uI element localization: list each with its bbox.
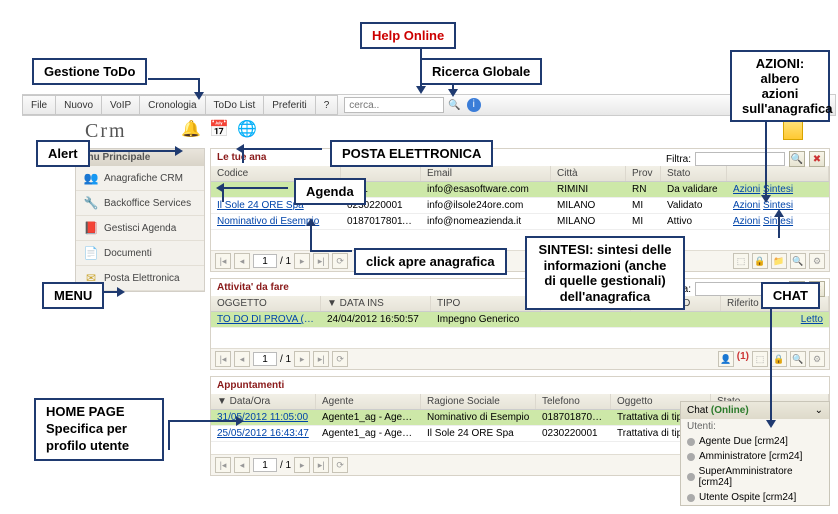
chat-user[interactable]: Utente Ospite [crm24] <box>681 490 829 505</box>
panel-title-app: Appuntamenti <box>211 377 829 394</box>
annot-sintesi: SINTESI: sintesi delle informazioni (anc… <box>525 236 685 310</box>
clear-btn[interactable]: ✖ <box>809 151 825 167</box>
app-logo: Crm <box>85 120 127 143</box>
sticky-note-icon[interactable] <box>783 120 803 140</box>
refresh[interactable]: ⟳ <box>332 253 348 269</box>
alert-icon[interactable]: 🔔 <box>180 118 202 140</box>
sidebar: enu Principale 👥Anagrafiche CRM 🔧Backoff… <box>75 148 205 292</box>
annot-posta: POSTA ELETTRONICA <box>330 140 493 167</box>
annot-alert: Alert <box>36 140 90 167</box>
annot-agenda: Agenda <box>294 178 366 205</box>
nuovo-menu[interactable]: Nuovo <box>55 95 102 115</box>
group-icon: 👥 <box>84 171 98 185</box>
mail-icon[interactable]: 🌐 <box>236 118 258 140</box>
panel-attivita: Attivita' da fare Filtra:🔍✖ OGGETTO ▼ DA… <box>210 278 830 370</box>
voip-menu[interactable]: VoIP <box>101 95 140 115</box>
sidebar-item-documenti[interactable]: 📄Documenti <box>76 241 204 266</box>
annot-chat: CHAT <box>761 282 820 309</box>
annot-menu: MENU <box>42 282 104 309</box>
wrench-icon: 🔧 <box>84 196 98 210</box>
table-row: Nominativo di Esempio 0187017801187 info… <box>211 214 829 230</box>
annot-todo: Gestione ToDo <box>32 58 147 85</box>
agenda-icon[interactable]: 📅 <box>208 118 230 140</box>
first-page[interactable]: |◂ <box>215 253 231 269</box>
annot-ricerca: Ricerca Globale <box>420 58 542 85</box>
chat-panel: Chat (Online)⌄ Utenti: Agente Due [crm24… <box>680 401 830 506</box>
sidebar-item-anagrafiche[interactable]: 👥Anagrafiche CRM <box>76 166 204 191</box>
chat-user[interactable]: Agente Due [crm24] <box>681 434 829 449</box>
todolist-menu[interactable]: ToDo List <box>205 95 265 115</box>
notif-count: (1) <box>737 351 749 367</box>
annot-azioni: AZIONI: albero azioni sull'anagrafica <box>730 50 830 122</box>
global-search-input[interactable] <box>344 97 444 113</box>
prev-page[interactable]: ◂ <box>234 253 250 269</box>
doc-icon: 📄 <box>84 246 98 260</box>
last-page[interactable]: ▸| <box>313 253 329 269</box>
table-row: TO DO DI PROVA (Ricc 24/04/2012 16:50:57… <box>211 312 829 328</box>
sidebar-item-agenda[interactable]: 📕Gestisci Agenda <box>76 216 204 241</box>
help-button[interactable]: ? <box>315 95 339 115</box>
preferiti-menu[interactable]: Preferiti <box>263 95 315 115</box>
azioni-link[interactable]: Azioni <box>733 184 760 195</box>
annot-clickapre: click apre anagrafica <box>354 248 507 275</box>
filter-anag-input[interactable] <box>695 152 785 166</box>
annot-help: Help Online <box>360 22 456 49</box>
file-menu[interactable]: File <box>22 95 56 115</box>
search-btn[interactable]: 🔍 <box>789 151 805 167</box>
panel-anagrafiche: Le tue ana Filtra:🔍✖ Codice Email Città … <box>210 148 830 272</box>
book-icon: 📕 <box>84 221 98 235</box>
page-input[interactable] <box>253 254 277 268</box>
main-toolbar: File Nuovo VoIP Cronologia ToDo List Pre… <box>22 94 836 116</box>
info-icon[interactable]: i <box>467 98 481 112</box>
sidebar-item-backoffice[interactable]: 🔧Backoffice Services <box>76 191 204 216</box>
chat-user[interactable]: Amministratore [crm24] <box>681 449 829 464</box>
chat-user[interactable]: SuperAmministratore [crm24] <box>681 464 829 490</box>
search-icon[interactable]: 🔍 <box>448 100 460 111</box>
collapse-icon[interactable]: ⌄ <box>815 405 823 416</box>
sintesi-link[interactable]: Sintesi <box>763 184 793 195</box>
annot-homepage: HOME PAGE Specifica per profilo utente <box>34 398 164 461</box>
next-page[interactable]: ▸ <box>294 253 310 269</box>
